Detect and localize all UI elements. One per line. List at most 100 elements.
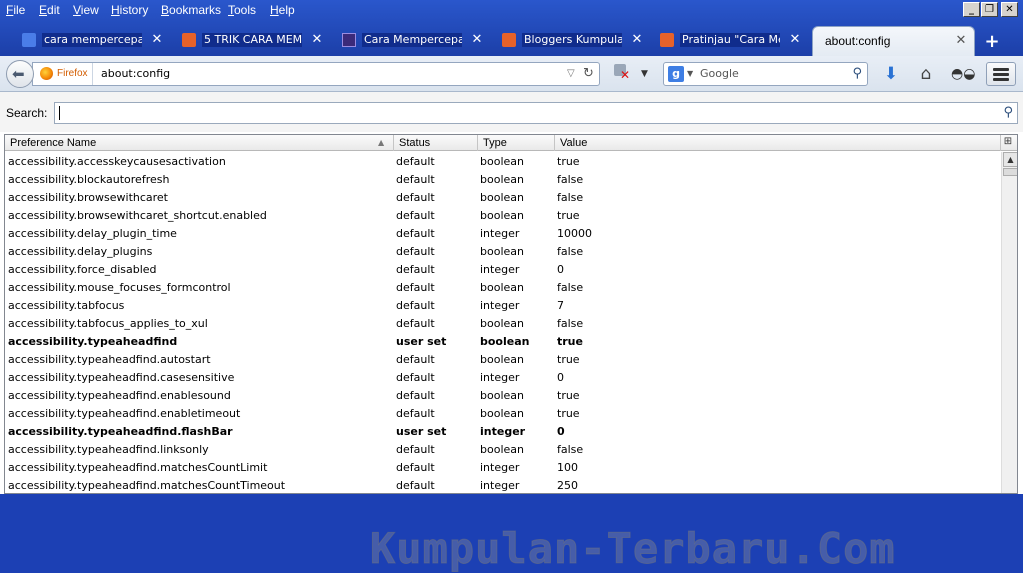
cell-preference-name: accessibility.typeaheadfind.flashBar	[8, 425, 233, 438]
table-row[interactable]: accessibility.typeaheadfind.enabletimeou…	[5, 405, 1001, 423]
url-input[interactable]: about:config	[101, 63, 170, 85]
menu-bookmarks[interactable]: Bookmarks	[161, 3, 221, 17]
tab-close-icon[interactable]: ✕	[310, 32, 324, 48]
table-row[interactable]: accessibility.delay_plugins default boolea…	[5, 243, 1001, 261]
menu-history[interactable]: History	[111, 3, 148, 17]
cell-preference-name: accessibility.typeaheadfind.matchesCount…	[8, 461, 268, 474]
cell-status: default	[396, 443, 435, 456]
table-row[interactable]: accessibility.tabfocus_applies_to_xul def…	[5, 315, 1001, 333]
tab-2[interactable]: 5 TRIK CARA MEM... ✕	[178, 28, 330, 54]
url-bar[interactable]: Firefox about:config ▽ ↻	[32, 62, 600, 86]
config-search-input[interactable]: ⚲	[54, 102, 1018, 124]
column-picker-icon[interactable]: ⊞	[1001, 136, 1015, 149]
tab-close-icon[interactable]: ✕	[150, 32, 164, 48]
cell-preference-name: accessibility.browsewithcaret_shortcut.e…	[8, 209, 267, 222]
table-row[interactable]: accessibility.typeaheadfind.matchesCount…	[5, 459, 1001, 477]
menu-edit[interactable]: Edit	[39, 3, 60, 17]
tab-5[interactable]: Pratinjau "Cara Me... ✕	[656, 28, 808, 54]
table-row[interactable]: accessibility.typeaheadfind.enablesound d…	[5, 387, 1001, 405]
home-icon[interactable]: ⌂	[915, 63, 937, 85]
search-icon[interactable]: ⚲	[1003, 104, 1013, 122]
tab-3[interactable]: Cara Mempercepat ... ✕	[338, 28, 490, 54]
close-window-button[interactable]: ✕	[1001, 2, 1018, 17]
menu-help[interactable]: Help	[270, 3, 295, 17]
cell-value: true	[557, 353, 580, 366]
column-header: Preference Name ▲ Status Type Value ⊞	[5, 135, 1017, 151]
cell-status: default	[396, 353, 435, 366]
scroll-thumb[interactable]	[1003, 168, 1017, 176]
table-row[interactable]: accessibility.typeaheadfind.casesensitiv…	[5, 369, 1001, 387]
site-identity[interactable]: Firefox	[37, 63, 93, 85]
menu-line-icon	[993, 68, 1009, 71]
minimize-button[interactable]: _	[963, 2, 980, 17]
reload-icon[interactable]: ↻	[583, 64, 594, 84]
cell-type: boolean	[480, 191, 524, 204]
menu-view[interactable]: View	[73, 3, 99, 17]
table-row[interactable]: accessibility.mouse_focuses_formcontrol d…	[5, 279, 1001, 297]
table-row[interactable]: accessibility.typeaheadfind.autostart def…	[5, 351, 1001, 369]
url-history-dropdown-icon[interactable]: ▽	[567, 65, 575, 83]
cell-type: boolean	[480, 353, 524, 366]
cell-type: boolean	[480, 317, 524, 330]
private-mask-icon[interactable]: ◓◒	[951, 63, 975, 85]
blogger-favicon-icon	[660, 33, 674, 47]
table-row[interactable]: accessibility.typeaheadfind user set boole…	[5, 333, 1001, 351]
table-row[interactable]: accessibility.delay_plugin_time default in…	[5, 225, 1001, 243]
cell-status: user set	[396, 425, 447, 438]
cell-value: 10000	[557, 227, 592, 240]
download-blocked-button[interactable]: ✕	[612, 64, 630, 82]
scroll-up-icon[interactable]: ▲	[1003, 152, 1017, 167]
google-engine-icon[interactable]: g	[668, 66, 684, 82]
vertical-scrollbar[interactable]: ▲	[1001, 152, 1017, 493]
cell-preference-name: accessibility.mouse_focuses_formcontrol	[8, 281, 231, 294]
menu-tools[interactable]: Tools	[228, 3, 256, 17]
column-preference-name[interactable]: Preference Name	[5, 135, 394, 151]
cell-status: default	[396, 407, 435, 420]
config-search-row: Search: ⚲	[0, 92, 1023, 132]
new-tab-button[interactable]: +	[983, 33, 1001, 51]
cell-preference-name: accessibility.tabfocus_applies_to_xul	[8, 317, 208, 330]
column-status[interactable]: Status	[394, 135, 478, 151]
table-row[interactable]: accessibility.typeaheadfind.matchesCount…	[5, 477, 1001, 493]
cell-type: integer	[480, 371, 520, 384]
tab-about-config[interactable]: about:config ✕	[812, 26, 975, 56]
menu-file[interactable]: File	[6, 3, 25, 17]
tab-1[interactable]: cara mempercepat ... ✕	[18, 28, 170, 54]
table-row[interactable]: accessibility.tabfocus default integer 7	[5, 297, 1001, 315]
engine-dropdown-icon[interactable]: ▼	[687, 66, 693, 82]
cell-value: true	[557, 407, 580, 420]
tab-close-icon[interactable]: ✕	[630, 32, 644, 48]
table-row[interactable]: accessibility.browsewithcaret_shortcut.e…	[5, 207, 1001, 225]
cell-preference-name: accessibility.delay_plugin_time	[8, 227, 177, 240]
table-row[interactable]: accessibility.browsewithcaret default bool…	[5, 189, 1001, 207]
hamburger-menu-button[interactable]	[986, 62, 1016, 86]
downloads-arrow-icon[interactable]: ⬇	[880, 63, 902, 85]
cell-value: 0	[557, 263, 564, 276]
search-bar[interactable]: g ▼ Google ⚲	[663, 62, 868, 86]
table-row[interactable]: accessibility.typeaheadfind.flashBar user…	[5, 423, 1001, 441]
tab-close-icon[interactable]: ✕	[954, 33, 968, 49]
cell-type: boolean	[480, 335, 530, 348]
table-row[interactable]: accessibility.force_disabled default integ…	[5, 261, 1001, 279]
identity-label: Firefox	[57, 68, 88, 79]
column-value[interactable]: Value	[555, 135, 1001, 151]
cell-value: 100	[557, 461, 578, 474]
tab-close-icon[interactable]: ✕	[788, 32, 802, 48]
cell-status: default	[396, 245, 435, 258]
cell-preference-name: accessibility.accesskeycausesactivation	[8, 155, 226, 168]
cell-preference-name: accessibility.typeaheadfind.linksonly	[8, 443, 209, 456]
download-dropdown-icon[interactable]: ▼	[641, 66, 648, 82]
restore-button[interactable]: ❐	[981, 2, 998, 17]
back-button[interactable]: ⬅	[6, 60, 34, 88]
search-icon[interactable]: ⚲	[852, 64, 862, 84]
table-row[interactable]: accessibility.accesskeycausesactivation d…	[5, 153, 1001, 171]
table-row[interactable]: accessibility.typeaheadfind.linksonly def…	[5, 441, 1001, 459]
column-type[interactable]: Type	[478, 135, 555, 151]
cell-type: integer	[480, 425, 526, 438]
table-row[interactable]: accessibility.blockautorefresh default boo…	[5, 171, 1001, 189]
cell-status: default	[396, 173, 435, 186]
tab-close-icon[interactable]: ✕	[470, 32, 484, 48]
tab-4[interactable]: Bloggers Kumpulan ... ✕	[498, 28, 650, 54]
search-input[interactable]: Google	[700, 63, 739, 85]
menu-line-icon	[993, 73, 1009, 76]
